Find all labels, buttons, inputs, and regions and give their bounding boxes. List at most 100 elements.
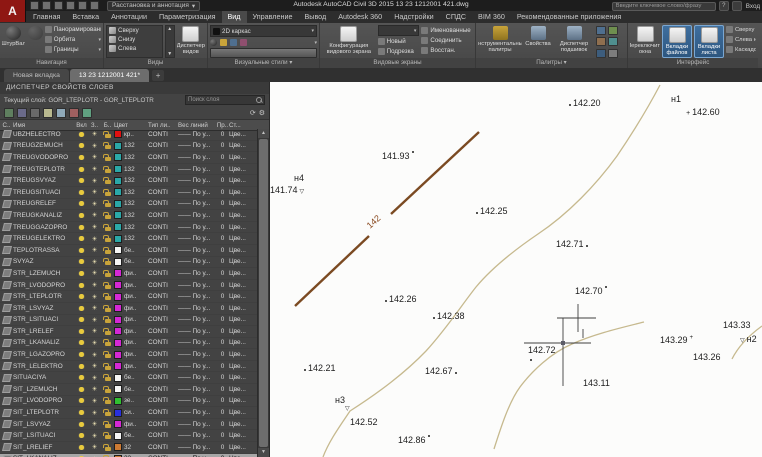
layer-color-cell[interactable]: фи..	[114, 315, 148, 324]
scrollbar-thumb[interactable]	[259, 139, 268, 447]
layer-lock-toggle[interactable]	[101, 316, 114, 324]
layer-transparency[interactable]: 0	[216, 177, 229, 184]
layer-row[interactable]: SVYAZ ☀ бе.. CONTI —— По у... 0 Цве...	[0, 257, 258, 269]
layer-on-toggle[interactable]	[75, 178, 88, 184]
layer-freeze-toggle[interactable]: ☀	[88, 270, 101, 276]
layer-lineweight[interactable]: —— По у...	[178, 363, 216, 370]
plot-icon[interactable]	[66, 1, 75, 10]
layer-plot-style[interactable]: Цве...	[229, 235, 251, 242]
views-scrollbar[interactable]: ▲ ▼	[164, 25, 175, 58]
layer-linetype[interactable]: CONTI	[148, 189, 178, 196]
layer-on-toggle[interactable]	[75, 212, 88, 218]
new-icon[interactable]	[30, 1, 39, 10]
layer-linetype[interactable]: CONTI	[148, 131, 178, 138]
ribbon-tab-3[interactable]: Параметризация	[153, 11, 221, 23]
layer-lock-toggle[interactable]	[101, 281, 114, 289]
layer-transparency[interactable]: 0	[216, 328, 229, 335]
layer-plot-style[interactable]: Цве...	[229, 142, 251, 149]
grip-point[interactable]	[561, 341, 565, 345]
layer-on-toggle[interactable]	[75, 236, 88, 242]
ribbon-options-icon[interactable]	[596, 26, 606, 35]
layer-row[interactable]: SITUACIYA ☀ бе.. CONTI —— По у... 0 Цве...	[0, 372, 258, 385]
view-item-1[interactable]: Снизу	[107, 35, 162, 44]
layer-linetype[interactable]: CONTI	[148, 247, 178, 254]
visual-style-dropdown[interactable]: 2D каркас ▾	[210, 25, 317, 37]
layer-plot-style[interactable]: Цве...	[229, 131, 251, 138]
layer-lock-toggle[interactable]	[101, 362, 114, 370]
open-icon[interactable]	[42, 1, 51, 10]
column-header-0[interactable]: С..	[0, 122, 13, 129]
layer-lineweight[interactable]: —— По у...	[178, 409, 216, 416]
palette-button-0[interactable]: Свойства	[524, 25, 552, 58]
layer-lineweight[interactable]: —— По у...	[178, 339, 216, 346]
undo-icon[interactable]	[78, 1, 87, 10]
column-header-2[interactable]: Вкл	[75, 122, 88, 129]
ribbon-tab-8[interactable]: Надстройки	[388, 11, 439, 23]
layer-row[interactable]: STR_LKANALIZ ☀ фи.. CONTI —— По у... 0 Цве...	[0, 338, 258, 350]
layer-lineweight[interactable]: —— По у...	[178, 189, 216, 196]
markup-palette-icon[interactable]	[596, 37, 606, 47]
layer-freeze-toggle[interactable]: ☀	[88, 305, 101, 311]
layer-color-cell[interactable]: 32	[114, 443, 148, 452]
file-tabs-toggle[interactable]: Вкладки файлов	[662, 25, 692, 58]
layer-list-scrollbar[interactable]: ▲ ▼	[257, 129, 269, 457]
layer-lineweight[interactable]: —— По у...	[178, 177, 216, 184]
materials-palette-icon[interactable]	[596, 48, 606, 58]
user-icon[interactable]	[731, 1, 742, 11]
column-header-5[interactable]: Цвет	[114, 122, 148, 129]
layer-linetype[interactable]: CONTI	[148, 397, 178, 404]
column-header-1[interactable]: Имя	[13, 122, 75, 129]
layer-transparency[interactable]: 0	[216, 305, 229, 312]
layer-freeze-toggle[interactable]: ☀	[88, 259, 101, 265]
new-layer-icon[interactable]	[43, 107, 53, 118]
layer-on-toggle[interactable]	[75, 386, 88, 392]
layer-freeze-toggle[interactable]: ☀	[88, 247, 101, 253]
switch-windows-button[interactable]: Переключить окна	[630, 25, 660, 58]
layer-freeze-toggle[interactable]: ☀	[88, 131, 101, 137]
layer-on-toggle[interactable]	[75, 410, 88, 416]
layer-on-toggle[interactable]	[75, 444, 88, 450]
layer-freeze-toggle[interactable]: ☀	[88, 410, 101, 416]
layer-lock-toggle[interactable]	[101, 339, 114, 347]
new-property-filter-icon[interactable]	[4, 107, 14, 118]
layer-plot-style[interactable]: Цве...	[229, 351, 251, 358]
layer-lineweight[interactable]: —— По у...	[178, 212, 216, 219]
layer-on-toggle[interactable]	[75, 189, 88, 195]
layer-linetype[interactable]: CONTI	[148, 258, 178, 265]
layer-lineweight[interactable]: —— По у...	[178, 316, 216, 323]
layer-transparency[interactable]: 0	[216, 189, 229, 196]
layer-on-toggle[interactable]	[75, 154, 88, 160]
layer-lock-toggle[interactable]	[101, 223, 114, 231]
layer-plot-style[interactable]: Цве...	[229, 328, 251, 335]
layer-lock-toggle[interactable]	[101, 200, 114, 208]
palette-title[interactable]: ДИСПЕТЧЕР СВОЙСТВ СЛОЕВ	[0, 82, 269, 94]
column-header-6[interactable]: Тип ли..	[148, 122, 178, 129]
layer-plot-style[interactable]: Цве...	[229, 421, 251, 428]
ribbon-tab-1[interactable]: Вставка	[66, 11, 105, 23]
layer-row[interactable]: TREUGKANALIZ ☀ 132 CONTI —— По у... 0 Цве...	[0, 210, 258, 222]
scroll-down-icon[interactable]: ▼	[258, 448, 269, 457]
layer-linetype[interactable]: CONTI	[148, 293, 178, 300]
layer-plot-style[interactable]: Цве...	[229, 154, 251, 161]
layer-freeze-toggle[interactable]: ☀	[88, 386, 101, 392]
layer-lineweight[interactable]: —— По у...	[178, 258, 216, 265]
settings-gear-icon[interactable]: ⚙	[259, 109, 265, 117]
layer-lock-toggle[interactable]	[101, 409, 114, 417]
layer-lineweight[interactable]: —— По у...	[178, 282, 216, 289]
layer-freeze-toggle[interactable]: ☀	[88, 328, 101, 334]
layer-on-toggle[interactable]	[75, 305, 88, 311]
layer-plot-style[interactable]: Цве...	[229, 409, 251, 416]
ribbon-tab-10[interactable]: BIM 360	[472, 11, 511, 23]
layer-color-cell[interactable]: 132	[114, 153, 148, 162]
layer-row[interactable]: TREUGELEKTRO ☀ 132 CONTI —— По у... 0 Цве...	[0, 233, 258, 245]
layer-color-cell[interactable]: фи..	[114, 362, 148, 371]
layer-row[interactable]: STR_LSITUACI ☀ фи.. CONTI —— По у... 0 Цве...	[0, 315, 258, 327]
ribbon-tab-4[interactable]: Вид	[221, 11, 247, 23]
layer-lock-toggle[interactable]	[101, 269, 114, 277]
layer-on-toggle[interactable]	[75, 352, 88, 358]
layer-lineweight[interactable]: —— По у...	[178, 270, 216, 277]
layer-lineweight[interactable]: —— По у...	[178, 154, 216, 161]
layer-freeze-toggle[interactable]: ☀	[88, 224, 101, 230]
layer-lineweight[interactable]: —— По у...	[178, 131, 216, 138]
layer-color-cell[interactable]: фи..	[114, 281, 148, 290]
